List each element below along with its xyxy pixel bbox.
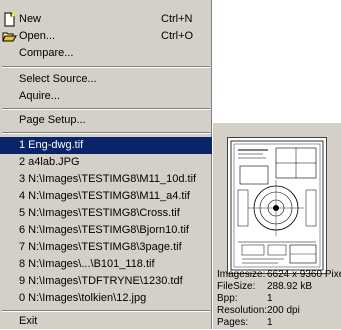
info-value: 200 dpi [267,305,300,316]
menu-item-open[interactable]: Open... Ctrl+O [0,28,212,45]
menu-item-exit[interactable]: Exit [0,313,212,330]
menu-item-label: Exit [19,315,38,327]
recent-file-item[interactable]: 8 N:\Images\...\B101_118.tif [0,256,212,273]
recent-file-label: 6 N:\Images\TESTIMG8\Bjorn10.tif [19,224,189,236]
menu-item-new[interactable]: New Ctrl+N [0,11,212,28]
recent-file-item[interactable]: 9 N:\Images\TDFTRYNE\1230.tdf [0,273,212,290]
menu-item-label: New [19,13,42,25]
info-value: 1 [267,317,273,328]
menu-item-label: Select Source... [19,73,97,85]
engineering-drawing-thumbnail-icon [230,140,324,271]
preview-thumbnail [227,137,327,274]
menu-item-label: Aquire... [19,90,60,102]
recent-file-label: 7 N:\Images\TESTIMG8\3page.tif [19,241,182,253]
menu-separator [2,66,210,68]
menu-item-acquire[interactable]: Aquire... [0,88,212,105]
recent-file-label: 1 Eng-dwg.tif [19,139,84,151]
recent-file-item[interactable]: 7 N:\Images\TESTIMG8\3page.tif [0,239,212,256]
recent-file-label: 2 a4lab.JPG [19,156,80,168]
menu-item-shortcut: Ctrl+O [161,30,194,42]
menu-item-label: Page Setup... [19,114,86,126]
menu-item-label: Compare... [19,47,74,59]
recent-file-label: 4 N:\Images\TESTIMG8\M11_a4.tif [19,190,190,202]
info-value: 1 [267,293,273,304]
recent-file-label: 5 N:\Images\TESTIMG8\Cross.tif [19,207,180,219]
new-file-icon [2,12,17,27]
menu-item-shortcut: Ctrl+N [161,13,193,25]
recent-file-label: 8 N:\Images\...\B101_118.tif [19,258,155,270]
file-preview-panel: Imagesize: 6624 x 9360 Pixels FileSize: … [212,123,341,329]
info-key: Resolution: [217,305,268,316]
menu-separator [2,132,210,134]
menu-item-compare[interactable]: Compare... [0,45,212,62]
file-menu: New Ctrl+N Open... Ctrl+O Compare... Sel… [0,0,212,329]
menu-item-label: Open... [19,30,56,42]
menu-item-page-setup[interactable]: Page Setup... [0,112,212,129]
info-value: 6624 x 9360 Pixels [267,269,341,280]
menu-separator [2,108,210,110]
info-key: Pages: [217,317,249,328]
recent-file-item[interactable]: 2 a4lab.JPG [0,154,212,171]
recent-file-item[interactable]: 4 N:\Images\TESTIMG8\M11_a4.tif [0,188,212,205]
recent-file-label: 9 N:\Images\TDFTRYNE\1230.tdf [19,275,183,287]
open-folder-icon [2,29,17,44]
info-key: Imagesize: [217,269,266,280]
info-key: Bpp: [217,293,238,304]
recent-file-item[interactable]: 5 N:\Images\TESTIMG8\Cross.tif [0,205,212,222]
recent-file-item[interactable]: 1 Eng-dwg.tif [0,137,212,154]
menu-separator [2,310,210,312]
recent-file-label: 3 N:\Images\TESTIMG8\M11_10d.tif [19,173,197,185]
info-key: FileSize: [217,281,256,292]
info-value: 288.92 kB [267,281,313,292]
recent-file-item[interactable]: 3 N:\Images\TESTIMG8\M11_10d.tif [0,171,212,188]
recent-file-item[interactable]: 0 N:\Images\tolkien\12.jpg [0,290,212,307]
menu-item-select-source[interactable]: Select Source... [0,71,212,88]
recent-file-item[interactable]: 6 N:\Images\TESTIMG8\Bjorn10.tif [0,222,212,239]
recent-file-label: 0 N:\Images\tolkien\12.jpg [19,292,147,304]
